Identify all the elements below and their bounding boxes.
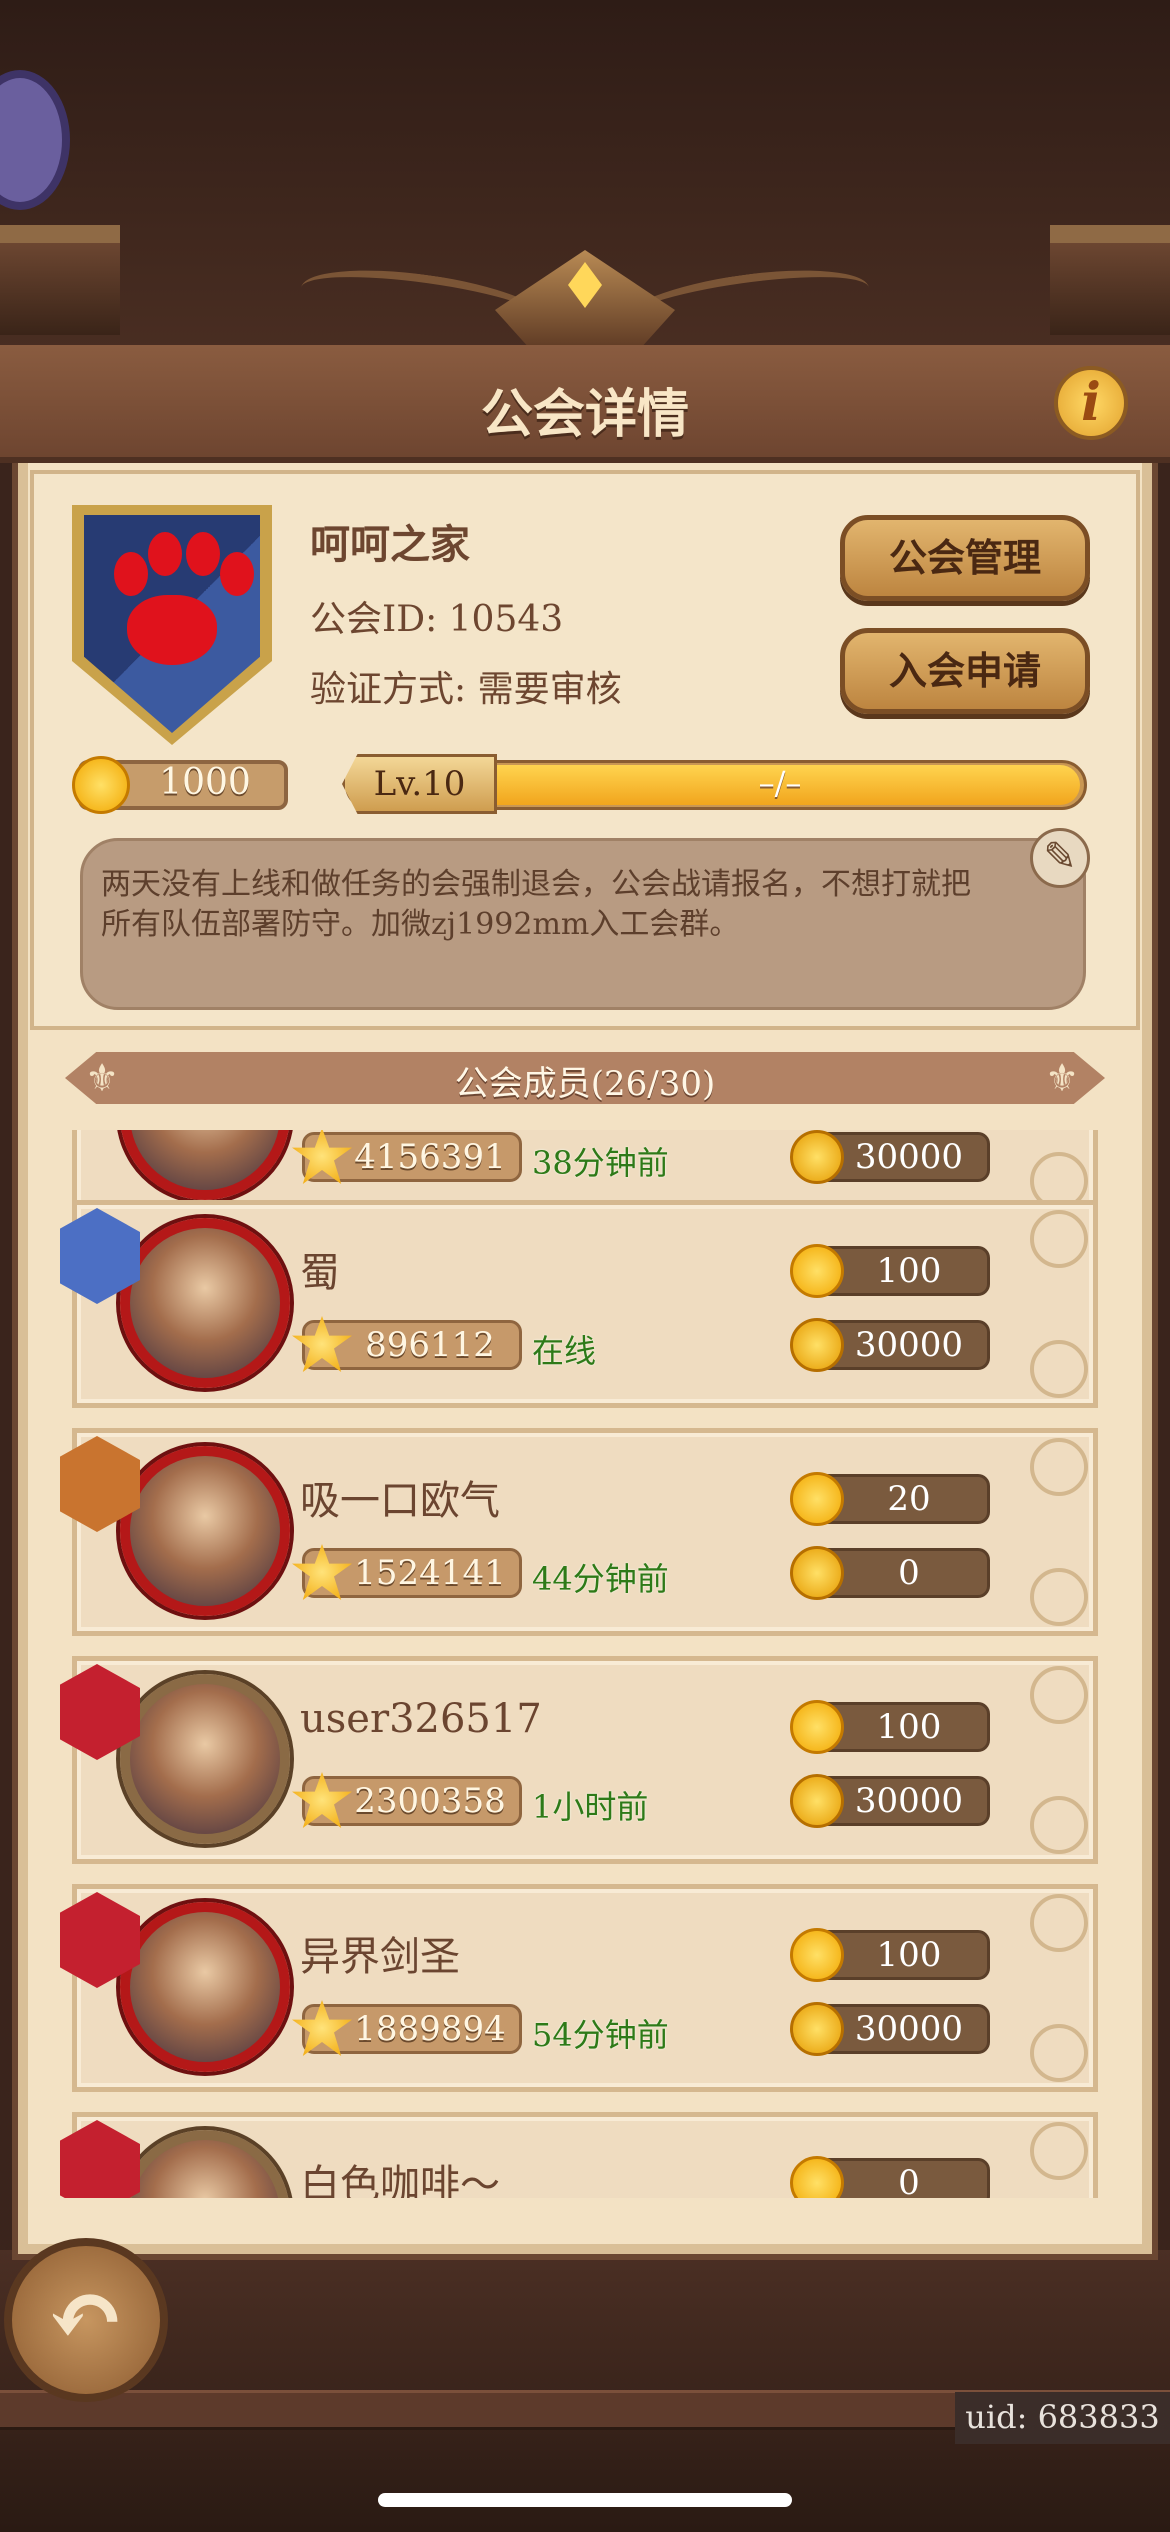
left-pillar-decor xyxy=(0,225,120,335)
card-corner-decor xyxy=(1030,1894,1088,1952)
fleur-icon: ⚜ xyxy=(85,1056,120,1100)
member-avatar[interactable] xyxy=(120,1674,290,1844)
home-indicator[interactable] xyxy=(378,2493,792,2507)
page-title: 公会详情 xyxy=(480,384,689,445)
guild-notice: 两天没有上线和做任务的会强制退会，公会战请报名，不想打就把所有队伍部署防守。加微… xyxy=(80,838,1086,1010)
uid-label: uid: 683833 xyxy=(955,2392,1170,2444)
card-corner-decor xyxy=(1030,1340,1088,1398)
member-name: 蜀 xyxy=(300,1250,340,1296)
fleur-icon: ⚜ xyxy=(1045,1056,1080,1100)
gold-coin-icon xyxy=(790,1472,844,1526)
contribution-coin-icon xyxy=(790,1318,844,1372)
member-status: 1小时前 xyxy=(532,1788,649,1826)
card-corner-decor xyxy=(1030,2122,1088,2180)
member-avatar[interactable] xyxy=(120,1902,290,2072)
card-corner-decor xyxy=(1030,1796,1088,1854)
paw-pad-icon xyxy=(127,595,217,665)
card-corner-decor xyxy=(1030,2024,1088,2082)
card-corner-decor xyxy=(1030,1438,1088,1496)
back-button[interactable]: ↶ xyxy=(4,2238,168,2402)
contribution-coin-icon xyxy=(790,1546,844,1600)
card-corner-decor xyxy=(1030,1210,1088,1268)
guild-manage-button[interactable]: 公会管理 xyxy=(840,515,1090,601)
member-status: 44分钟前 xyxy=(532,1560,669,1598)
contribution-coin-icon xyxy=(790,2002,844,2056)
contribution-coin-icon xyxy=(790,1774,844,1828)
member-status: 在线 xyxy=(532,1332,597,1370)
paw-toe-icon xyxy=(220,552,254,596)
edit-notice-button[interactable]: ✎ xyxy=(1030,828,1090,888)
contribution-coin-icon xyxy=(790,1130,844,1184)
paw-toe-icon xyxy=(186,532,220,576)
gold-coin-icon xyxy=(790,1700,844,1754)
member-name: 异界剑圣 xyxy=(300,1934,460,1980)
paw-toe-icon xyxy=(114,552,148,596)
member-avatar[interactable] xyxy=(120,1446,290,1616)
member-name: 吸一口欧气 xyxy=(300,1478,500,1524)
guild-verify-method: 验证方式: 需要审核 xyxy=(310,669,622,710)
paw-toe-icon xyxy=(148,532,182,576)
right-pillar-decor xyxy=(1050,225,1170,335)
guild-name: 呵呵之家 xyxy=(310,521,470,568)
level-progress-text: –/– xyxy=(758,764,802,802)
member-name: user326517 xyxy=(300,1696,542,1742)
guild-gold-value: 1000 xyxy=(159,762,251,803)
join-requests-button[interactable]: 入会申请 xyxy=(840,628,1090,714)
member-name: 白色咖啡～ xyxy=(300,2162,500,2198)
members-header-title: 公会成员(26/30) xyxy=(454,1064,716,1104)
member-status: 54分钟前 xyxy=(532,2016,669,2054)
card-corner-decor xyxy=(1030,1666,1088,1724)
level-badge: Lv.10 xyxy=(342,754,497,814)
member-avatar[interactable] xyxy=(120,1218,290,1388)
card-corner-decor xyxy=(1030,1568,1088,1626)
gold-coin-icon xyxy=(72,756,130,814)
gold-coin-icon xyxy=(790,1928,844,1982)
guild-id: 公会ID: 10543 xyxy=(310,599,564,640)
gold-coin-icon xyxy=(790,1244,844,1298)
info-button[interactable]: i xyxy=(1054,366,1128,440)
member-list[interactable]: 4156391 38分钟前 30000 蜀 896112 在线 100 30000 吸一口欧气 1… xyxy=(60,1130,1110,2198)
member-status: 38分钟前 xyxy=(532,1144,669,1182)
